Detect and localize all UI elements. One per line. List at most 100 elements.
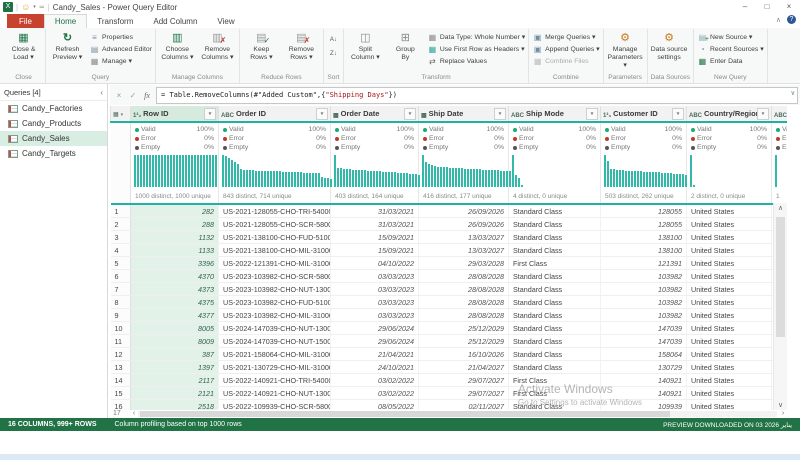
cell-order-date[interactable]: 29/06/2024 [330,321,419,335]
select-all-corner[interactable]: ▦ ▾ [110,106,131,123]
cell-order-date[interactable]: 21/04/2021 [330,347,419,361]
replace-values-button[interactable]: Replace Values [427,57,525,66]
cell-order-date[interactable]: 29/06/2024 [330,334,419,348]
cell-ship-date[interactable]: 28/08/2028 [418,269,509,283]
chevron-down-icon[interactable]: ▾ [33,4,36,10]
column-header[interactable]: ABC Ship Mode ▾ [508,106,601,123]
cell-customer-id[interactable]: 147039 [600,321,687,335]
cell-customer-id[interactable]: 128055 [600,217,687,231]
query-item[interactable]: Candy_Targets [0,146,107,161]
cell-row-id[interactable]: 4373 [130,282,219,296]
new-source-button[interactable]: New Source ▾ [697,33,764,44]
minimize-button[interactable]: – [734,0,756,14]
column-type-icon[interactable]: ABC [774,113,787,119]
column-filter-button[interactable]: ▾ [672,108,684,120]
cell-customer-id[interactable]: 140921 [600,373,687,387]
cell-ship-mode[interactable]: First Class [508,256,601,270]
cell-country-region[interactable]: United States [686,282,772,296]
choose-columns-button[interactable]: Choose Columns ▾ [159,30,196,62]
cell-row-id[interactable]: 282 [130,204,219,218]
column-quality-cell[interactable]: Valid100% Error0% Empty0% [600,122,687,153]
row-number[interactable]: 3 [110,230,131,244]
table-row[interactable]: 13 1397 US-2021-130729-CHO-MIL-31000 24/… [110,360,787,374]
cell-row-id[interactable]: 4377 [130,308,219,322]
data-source-settings-button[interactable]: Data source settings [651,30,688,62]
cell-order-date[interactable]: 24/10/2021 [330,360,419,374]
column-quality-cell[interactable]: Valid100% Error0% Empty0% [218,122,331,153]
horizontal-scroll-track[interactable] [138,410,777,417]
column-type-icon[interactable]: ▦ [333,113,339,119]
close-button[interactable]: × [778,0,800,14]
row-number[interactable]: 15 [110,386,131,400]
cell-country-region[interactable]: United States [686,217,772,231]
cell-order-id[interactable]: US-2021-138100-CHO-FUD-51000 [218,230,331,244]
enter-data-button[interactable]: Enter Data [697,57,764,66]
cell-country-region[interactable]: United States [686,295,772,309]
column-quality-cell[interactable]: Valid100% Error0% Empty0% [771,122,787,153]
properties-button[interactable]: Properties [89,33,152,42]
cell-order-id[interactable]: US-2024-147039-CHO-NUT-15000 [218,334,331,348]
cell-order-date[interactable]: 03/02/2022 [330,386,419,400]
scroll-up-icon[interactable]: ∧ [774,204,787,212]
scroll-down-icon[interactable]: ∨ [774,401,787,409]
cell-country-region[interactable]: United States [686,256,772,270]
table-row[interactable]: 9 4377 US-2023-103982-CHO-MIL-31000 03/0… [110,308,787,322]
cell-ship-date[interactable]: 29/07/2027 [418,373,509,387]
cell-customer-id[interactable]: 128055 [600,204,687,218]
cell-country-region[interactable]: United States [686,373,772,387]
restore-button[interactable]: □ [756,0,778,14]
column-header[interactable]: ABC Order ID ▾ [218,106,331,123]
row-number[interactable]: 9 [110,308,131,322]
cell-order-date[interactable]: 04/10/2022 [330,256,419,270]
cell-ship-date[interactable]: 25/12/2029 [418,334,509,348]
cell-row-id[interactable]: 1397 [130,360,219,374]
column-header[interactable]: ABC ▾ [771,106,787,123]
cell-order-date[interactable]: 15/09/2021 [330,243,419,257]
column-type-icon[interactable]: ABC [511,113,524,119]
horizontal-scrollbar[interactable]: ‹ › [130,410,787,417]
cell-order-id[interactable]: US-2023-103982-CHO-FUD-51000 [218,295,331,309]
collapse-pane-icon[interactable]: ‹ [100,88,103,97]
cell-order-date[interactable]: 03/03/2023 [330,308,419,322]
cell-customer-id[interactable]: 158064 [600,347,687,361]
ribbon-tab[interactable]: View [207,14,244,28]
cell-customer-id[interactable]: 138100 [600,230,687,244]
cell-ship-mode[interactable]: Standard Class [508,308,601,322]
collapse-ribbon-icon[interactable]: ∧ [776,16,781,24]
column-type-icon[interactable]: 1²₃ [133,113,141,119]
column-histogram-cell[interactable] [600,153,687,190]
cell-ship-mode[interactable]: Standard Class [508,360,601,374]
cell-row-id[interactable]: 4370 [130,269,219,283]
horizontal-scroll-thumb[interactable] [140,410,671,417]
cell-ship-mode[interactable]: Standard Class [508,347,601,361]
row-number[interactable]: 11 [110,334,131,348]
cell-order-id[interactable]: US-2022-121391-CHO-MIL-31000 [218,256,331,270]
row-number[interactable]: 10 [110,321,131,335]
keep-rows-button[interactable]: Keep Rows ▾ [243,30,280,62]
cell-row-id[interactable]: 2121 [130,386,219,400]
remove-columns-button[interactable]: Remove Columns ▾ [199,30,236,62]
cell-ship-date[interactable]: 28/08/2028 [418,308,509,322]
cell-order-id[interactable]: US-2022-140921-CHO-TRI-54000 [218,373,331,387]
column-quality-cell[interactable]: Valid100% Error0% Empty0% [418,122,509,153]
cell-order-date[interactable]: 31/03/2021 [330,204,419,218]
cell-country-region[interactable]: United States [686,347,772,361]
column-type-icon[interactable]: ▦ [421,113,427,119]
pin-icon[interactable]: ≂ [39,3,45,11]
column-filter-button[interactable]: ▾ [204,108,216,120]
table-row[interactable]: 8 4375 US-2023-103982-CHO-FUD-51000 03/0… [110,295,787,309]
sort-descending-button[interactable] [327,47,340,58]
close-and-load-button[interactable]: Close & Load ▾ [5,30,42,62]
cell-customer-id[interactable]: 103982 [600,308,687,322]
manage-button[interactable]: Manage ▾ [89,57,152,66]
cell-order-date[interactable]: 03/03/2023 [330,269,419,283]
column-histogram-cell[interactable] [330,153,420,190]
column-histogram-cell[interactable] [418,153,511,190]
row-number[interactable]: 6 [110,269,131,283]
cell-customer-id[interactable]: 121391 [600,256,687,270]
cell-customer-id[interactable]: 138100 [600,243,687,257]
column-filter-button[interactable]: ▾ [404,108,416,120]
cell-order-date[interactable]: 03/03/2023 [330,295,419,309]
cell-ship-date[interactable]: 29/07/2027 [418,386,509,400]
row-number[interactable]: 4 [110,243,131,257]
